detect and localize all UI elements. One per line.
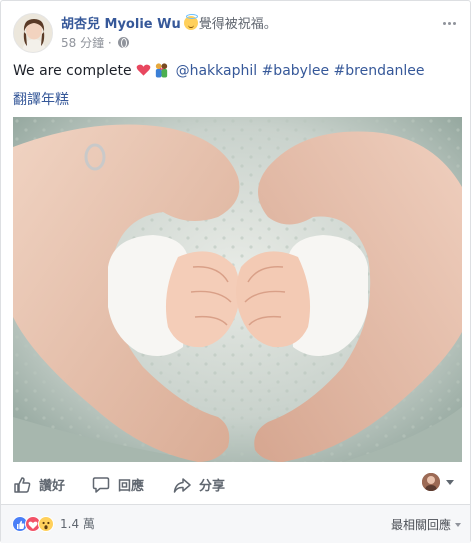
comment-sort-dropdown[interactable]: 最相關回應 — [391, 516, 461, 533]
globe-icon[interactable] — [117, 37, 129, 48]
translate-link[interactable]: 翻譯年糕 — [13, 89, 69, 109]
feeling-text: 覺得被祝福。 — [198, 17, 277, 32]
post-text-start: We are complete — [13, 63, 132, 79]
post-as-selector[interactable] — [422, 473, 454, 491]
share-label: 分享 — [199, 479, 226, 494]
mention-link[interactable]: @hakkaphil — [176, 63, 258, 79]
comment-label: 回應 — [118, 479, 145, 494]
meta-separator: · — [107, 36, 112, 50]
hashtag-babylee[interactable]: #babylee — [262, 63, 329, 79]
post-actions: 讚好 回應 分享 — [13, 471, 460, 499]
sort-chevron-icon — [455, 522, 461, 527]
post-timestamp[interactable]: 58 分鐘 — [61, 36, 104, 50]
couple-icon — [155, 63, 167, 78]
author-line: 胡杏兒 Myolie Wu 覺得被祝福。 — [61, 13, 277, 32]
post-text: We are complete @hakkaphil #babylee #bren… — [13, 62, 425, 79]
author-name[interactable]: 胡杏兒 Myolie Wu — [61, 17, 181, 32]
post-card: 胡杏兒 Myolie Wu 覺得被祝福。 58 分鐘 · We are compl… — [0, 0, 471, 543]
author-avatar[interactable] — [13, 13, 53, 53]
comment-icon — [92, 476, 110, 493]
halo-smile-icon — [183, 14, 198, 30]
share-icon — [173, 477, 191, 493]
chevron-down-icon — [446, 479, 454, 485]
reaction-summary[interactable]: 1.4 萬 — [12, 515, 95, 532]
heart-icon — [136, 64, 150, 76]
reaction-count[interactable]: 1.4 萬 — [60, 515, 95, 532]
more-options-icon[interactable] — [442, 15, 458, 31]
wow-reaction-icon — [38, 515, 54, 532]
like-label: 讚好 — [39, 479, 66, 494]
post-meta: 58 分鐘 · — [61, 34, 129, 51]
share-button[interactable]: 分享 — [173, 475, 225, 494]
hashtag-brendanlee[interactable]: #brendanlee — [334, 63, 425, 79]
viewer-avatar — [422, 473, 440, 491]
comment-sort-label: 最相關回應 — [390, 518, 451, 532]
thumbs-up-icon — [14, 476, 31, 493]
like-button[interactable]: 讚好 — [13, 475, 65, 494]
comment-button[interactable]: 回應 — [92, 475, 144, 494]
reactions-bar: 1.4 萬 最相關回應 — [1, 505, 470, 543]
post-photo[interactable] — [13, 117, 462, 462]
